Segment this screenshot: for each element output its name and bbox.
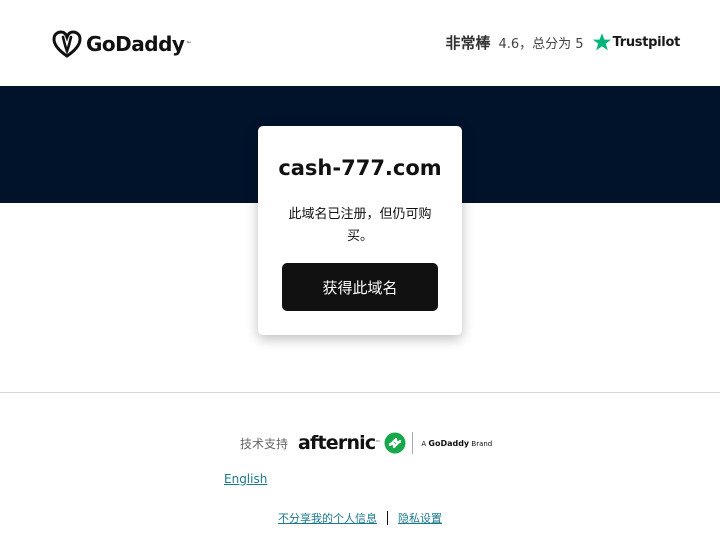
- godaddy-logo[interactable]: GoDaddy ™: [51, 29, 191, 59]
- brand-name: GoDaddy: [428, 438, 470, 448]
- site-header: GoDaddy ™ 非常棒 4.6，总分为 5 Trustpilot: [0, 0, 720, 86]
- brand-separator: [412, 432, 414, 454]
- privacy-settings-link[interactable]: 隐私设置: [398, 510, 442, 526]
- brand-suffix: Brand: [471, 439, 493, 448]
- afternic-wordmark: afternic: [298, 432, 376, 454]
- domain-card: cash-777.com 此域名已注册，但仍可购买。 获得此域名: [258, 126, 462, 335]
- trustpilot-star-icon: [592, 33, 611, 51]
- do-not-share-info-link[interactable]: 不分享我的个人信息: [278, 510, 377, 526]
- powered-by: 技术支持 afternic ™ A GoDaddy Brand: [240, 430, 492, 456]
- get-domain-button[interactable]: 获得此域名: [282, 263, 438, 311]
- afternic-logo[interactable]: afternic ™: [298, 432, 406, 454]
- legal-separator: [387, 511, 388, 525]
- legal-links: 不分享我的个人信息 隐私设置: [278, 510, 442, 526]
- domain-name: cash-777.com: [278, 156, 442, 180]
- brand-prefix: A: [421, 439, 427, 448]
- rating-word: 非常棒: [445, 33, 491, 52]
- footer-divider: [0, 392, 720, 393]
- afternic-icon: [384, 432, 406, 454]
- godaddy-logo-icon: [52, 30, 82, 58]
- language-link-english[interactable]: English: [224, 472, 267, 486]
- trustpilot-wordmark: Trustpilot: [612, 34, 681, 50]
- powered-by-label: 技术支持: [240, 436, 289, 451]
- godaddy-logo-text: GoDaddy: [86, 32, 185, 56]
- rating-score: 4.6，总分为 5: [498, 36, 584, 52]
- godaddy-brand-tag: A GoDaddy Brand: [421, 439, 492, 448]
- domain-status-message: 此域名已注册，但仍可购买。: [288, 207, 432, 244]
- afternic-tm: ™: [375, 440, 381, 446]
- godaddy-logo-tm: ™: [185, 40, 192, 48]
- trustpilot-rating[interactable]: 非常棒 4.6，总分为 5 Trustpilot: [445, 30, 680, 54]
